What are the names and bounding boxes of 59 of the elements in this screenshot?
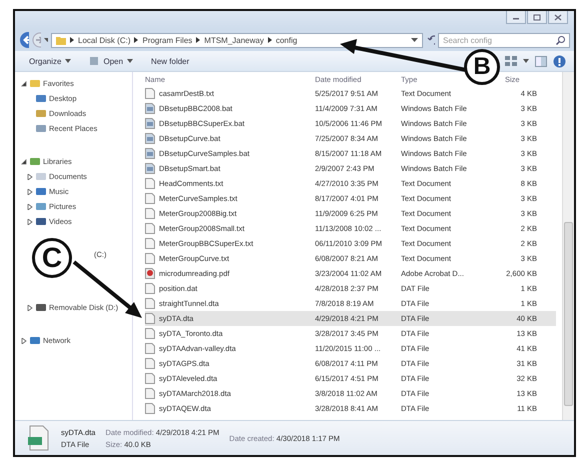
expander-icon[interactable]: [27, 304, 33, 310]
expander-icon[interactable]: [27, 188, 33, 194]
maximize-button[interactable]: [527, 11, 547, 24]
file-icon: [145, 283, 155, 294]
file-icon: [145, 193, 155, 204]
chevron-icon[interactable]: [196, 37, 200, 43]
file-icon: [145, 88, 155, 99]
view-icon[interactable]: [505, 56, 517, 66]
file-icon: [145, 388, 155, 399]
breadcrumb[interactable]: Program Files: [142, 36, 192, 44]
file-icon: [27, 425, 51, 451]
file-icon: [145, 328, 155, 339]
breadcrumb[interactable]: Local Disk (C:): [78, 36, 130, 44]
expander-icon[interactable]: [27, 174, 33, 180]
breadcrumb[interactable]: config: [276, 36, 298, 44]
file-icon: [145, 223, 155, 234]
dropdown-icon[interactable]: [44, 37, 48, 43]
close-button[interactable]: [548, 11, 568, 24]
dropdown-icon[interactable]: [411, 37, 418, 43]
file-icon: [145, 358, 155, 369]
toolbar-button[interactable]: Organize: [23, 56, 78, 66]
help-icon[interactable]: [553, 54, 566, 68]
file-icon: [145, 238, 155, 249]
file-icon: [145, 163, 155, 174]
breadcrumb[interactable]: MTSM_Janeway: [204, 36, 264, 44]
file-icon: [145, 313, 155, 324]
file-icon: [145, 148, 155, 159]
file-icon: [145, 208, 155, 219]
minimize-button[interactable]: [506, 11, 526, 24]
expander-icon[interactable]: [21, 338, 27, 344]
file-icon: [145, 373, 155, 384]
pdf-file-icon: [145, 268, 155, 279]
dropdown-icon[interactable]: [523, 58, 529, 64]
file-icon: [145, 103, 155, 114]
close-icon: [554, 14, 562, 20]
maximize-icon: [533, 14, 541, 20]
expander-icon[interactable]: [27, 204, 33, 210]
chevron-icon[interactable]: [134, 37, 138, 43]
file-icon: [145, 253, 155, 264]
file-icon: [145, 133, 155, 144]
file-icon: [89, 56, 100, 66]
search-icon[interactable]: [556, 36, 566, 44]
chevron-icon[interactable]: [70, 37, 74, 43]
file-icon: [145, 118, 155, 129]
scrollbar[interactable]: [562, 72, 574, 420]
address-bar[interactable]: Local Disk (C:) Program Files MTSM_Janeway config: [51, 32, 424, 48]
expander-icon[interactable]: [21, 80, 27, 86]
folder-icon: [56, 36, 66, 44]
chevron-icon[interactable]: [268, 37, 272, 43]
expander-icon[interactable]: [21, 158, 27, 164]
toolbar-button[interactable]: New folder: [145, 56, 196, 66]
file-icon: [145, 298, 155, 309]
file-icon: [145, 403, 155, 414]
preview-pane-icon[interactable]: [535, 56, 547, 66]
file-icon: [145, 343, 155, 354]
expander-icon[interactable]: [27, 218, 33, 224]
file-icon: [145, 178, 155, 189]
toolbar-button[interactable]: Open: [83, 55, 140, 67]
search-field[interactable]: Search config: [438, 32, 570, 48]
